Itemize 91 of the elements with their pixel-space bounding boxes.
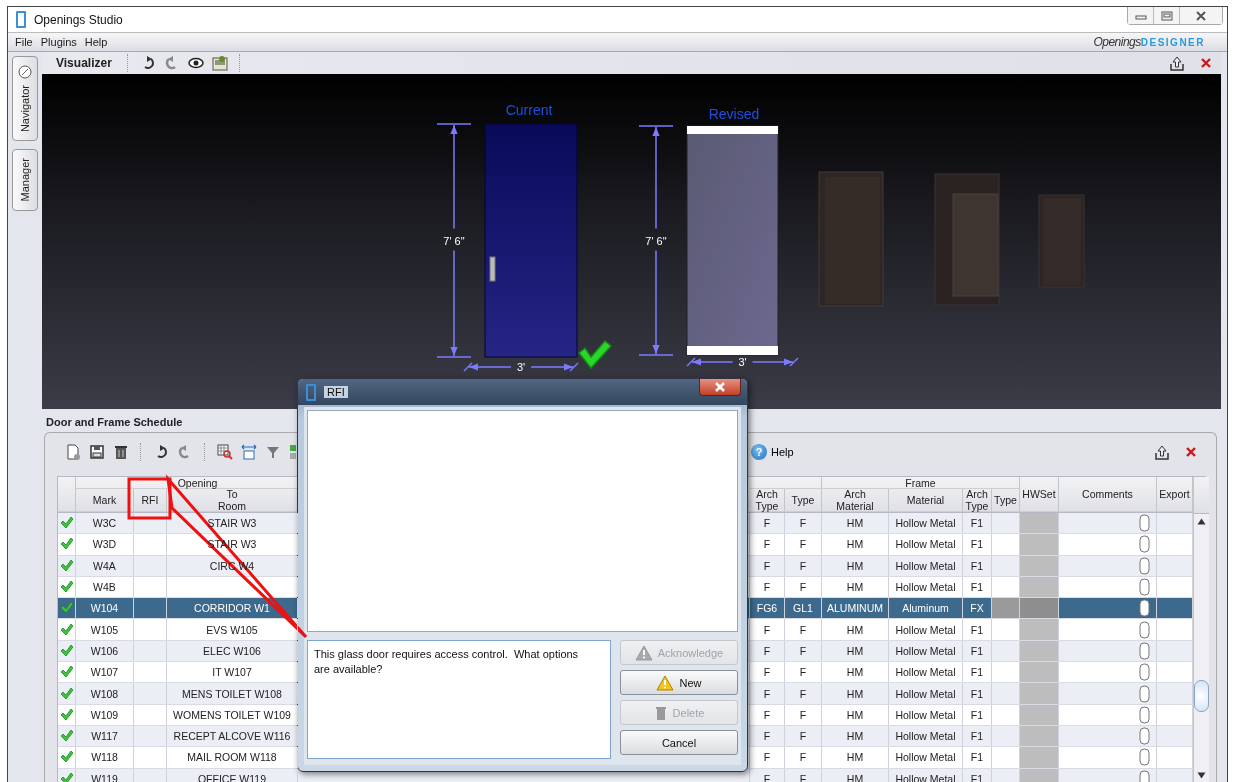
table-cell: HM (822, 619, 889, 640)
table-cell: OFFICE W119 (167, 768, 298, 782)
table-cell: F1 (963, 576, 992, 598)
table-cell: F (785, 619, 822, 640)
table-cell: HM (822, 513, 889, 534)
table-cell: Hollow Metal (889, 555, 963, 576)
table-cell: F1 (963, 704, 992, 725)
table-cell: W4B (76, 576, 134, 598)
table-cell: F (750, 683, 785, 704)
panel-title: Visualizer (56, 56, 112, 70)
table-cell: F (750, 704, 785, 725)
table-cell: HM (822, 576, 889, 598)
table-cell: F (785, 683, 822, 704)
table-cell: HM (822, 534, 889, 555)
table-cell: F (785, 534, 822, 555)
table-cell: Hollow Metal (889, 640, 963, 662)
table-cell: HM (822, 768, 889, 782)
dimension-label: 3' (516, 361, 526, 373)
view-label: Revised (708, 106, 760, 122)
dialog-title: RFI (324, 386, 348, 398)
table-cell: F (785, 576, 822, 598)
table-cell: ALUMINUM (822, 598, 889, 619)
table-cell: W119 (76, 768, 134, 782)
table-cell: HM (822, 640, 889, 662)
table-cell: W118 (76, 747, 134, 768)
table-cell: W104 (76, 598, 134, 619)
table-cell: W109 (76, 704, 134, 725)
table-cell: Hollow Metal (889, 768, 963, 782)
table-cell: F (750, 619, 785, 640)
table-cell: HM (822, 704, 889, 725)
table-cell: Hollow Metal (889, 534, 963, 555)
table-cell: FG6 (750, 598, 785, 619)
table-cell: HM (822, 662, 889, 683)
table-cell: F (785, 725, 822, 747)
table-cell: F (785, 768, 822, 782)
table-cell: Aluminum (889, 598, 963, 619)
table-cell: F1 (963, 768, 992, 782)
logo-subtitle: DESIGNER (1140, 37, 1205, 48)
table-cell: Hollow Metal (889, 513, 963, 534)
table-cell: F (750, 576, 785, 598)
table-cell: F1 (963, 640, 992, 662)
view-label: Current (505, 102, 553, 118)
table-cell: Hollow Metal (889, 683, 963, 704)
table-cell: W3C (76, 513, 134, 534)
table-cell: F (785, 747, 822, 768)
table-cell: F1 (963, 747, 992, 768)
table-cell: Hollow Metal (889, 747, 963, 768)
table-cell: F (785, 704, 822, 725)
table-cell: HM (822, 683, 889, 704)
table-cell: Hollow Metal (889, 662, 963, 683)
table-cell: F (750, 555, 785, 576)
table-cell: HM (822, 725, 889, 747)
table-cell: F (750, 725, 785, 747)
table-cell: W107 (76, 662, 134, 683)
table-cell: Hollow Metal (889, 576, 963, 598)
dimension-label: 7' 6" (443, 234, 465, 247)
logo-wordmark: Openings (1093, 35, 1141, 49)
table-cell: W105 (76, 619, 134, 640)
table-cell: F (750, 534, 785, 555)
table-cell: W3D (76, 534, 134, 555)
table-cell: F1 (963, 619, 992, 640)
table-cell: W108 (76, 683, 134, 704)
table-cell: F (750, 747, 785, 768)
table-cell: GL1 (785, 598, 822, 619)
table-cell: F1 (963, 683, 992, 704)
table-cell: F1 (963, 534, 992, 555)
dimension-label: 3' (738, 356, 747, 368)
table-cell: F1 (963, 725, 992, 747)
table-cell: F1 (963, 662, 992, 683)
table-cell: Hollow Metal (889, 619, 963, 640)
table-cell: F (750, 513, 785, 534)
table-cell: Hollow Metal (889, 704, 963, 725)
table-cell: W4A (76, 555, 134, 576)
window-title: Openings Studio (34, 12, 123, 27)
table-cell: W106 (76, 640, 134, 662)
table-cell: F (785, 513, 822, 534)
table-cell: F (750, 768, 785, 782)
column-group-header: Frame (822, 477, 1020, 489)
table-cell: F (750, 662, 785, 683)
table-cell: F1 (963, 513, 992, 534)
table-cell: F (785, 555, 822, 576)
table-cell: F (750, 640, 785, 662)
table-cell: Hollow Metal (889, 725, 963, 747)
panel-title: Door and Frame Schedule (46, 416, 184, 430)
table-cell: F1 (963, 555, 992, 576)
table-cell: F (785, 662, 822, 683)
table-cell: F (785, 640, 822, 662)
table-cell: W117 (76, 725, 134, 747)
dimension-label: 7' 6" (645, 234, 667, 247)
table-cell: HM (822, 555, 889, 576)
table-cell: HM (822, 747, 889, 768)
